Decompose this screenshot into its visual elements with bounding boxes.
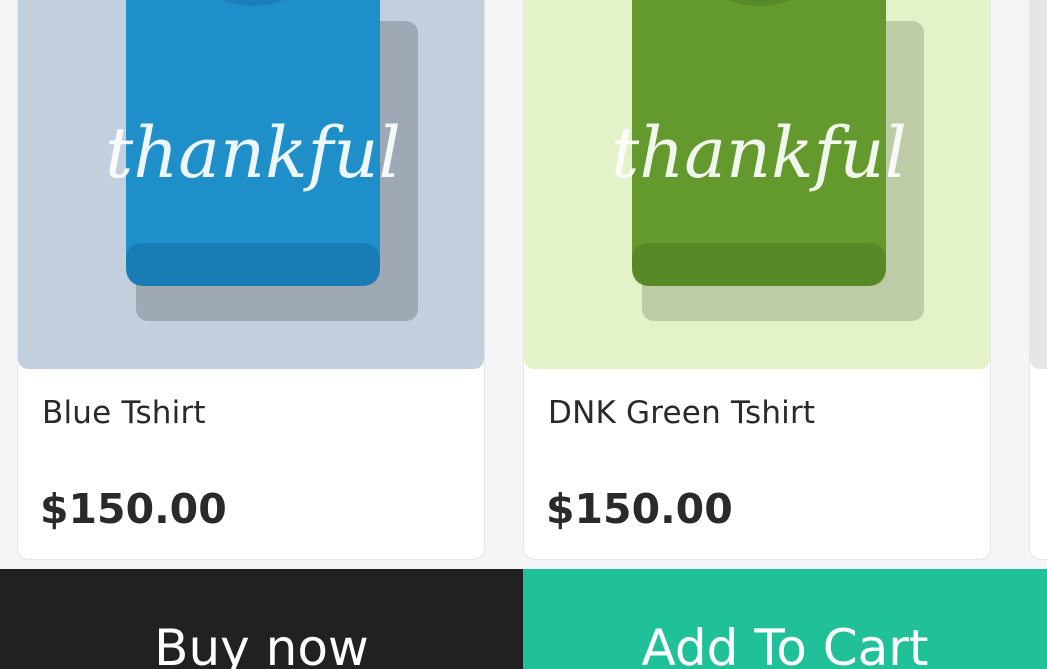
product-card[interactable]: thankful Blue Tshirt $150.00 — [17, 0, 485, 560]
product-image[interactable]: thankful — [18, 0, 484, 369]
product-listing-screen: thankful Blue Tshirt $150.00 thankful DN… — [0, 0, 1047, 669]
product-name[interactable]: DNK Green Tshirt — [548, 395, 815, 431]
shirt-fold-shade — [632, 243, 886, 286]
buy-now-label: Buy now — [154, 619, 369, 669]
product-carousel[interactable]: thankful Blue Tshirt $150.00 thankful DN… — [0, 0, 1047, 568]
tshirt-image: thankful — [18, 0, 484, 369]
add-to-cart-label: Add To Cart — [641, 619, 929, 669]
product-image[interactable]: thankful — [524, 0, 990, 369]
product-card[interactable]: thankful DNK Green Tshirt $150.00 — [523, 0, 991, 560]
shirt-print-text: thankful — [105, 112, 401, 194]
buy-now-button[interactable]: Buy now — [0, 569, 523, 669]
tshirt-image: thankful — [524, 0, 990, 369]
shirt-fold-shade — [126, 243, 380, 286]
product-name[interactable]: Blue Tshirt — [42, 395, 206, 431]
purchase-action-bar: Buy now Add To Cart — [0, 569, 1047, 669]
product-image[interactable] — [1030, 0, 1047, 369]
product-price: $150.00 — [40, 485, 227, 533]
shirt-print-text: thankful — [611, 112, 907, 194]
add-to-cart-button[interactable]: Add To Cart — [523, 569, 1047, 669]
product-card-partial[interactable] — [1029, 0, 1047, 560]
product-price: $150.00 — [546, 485, 733, 533]
product-image-placeholder — [1030, 0, 1047, 369]
image-background — [1030, 0, 1047, 369]
